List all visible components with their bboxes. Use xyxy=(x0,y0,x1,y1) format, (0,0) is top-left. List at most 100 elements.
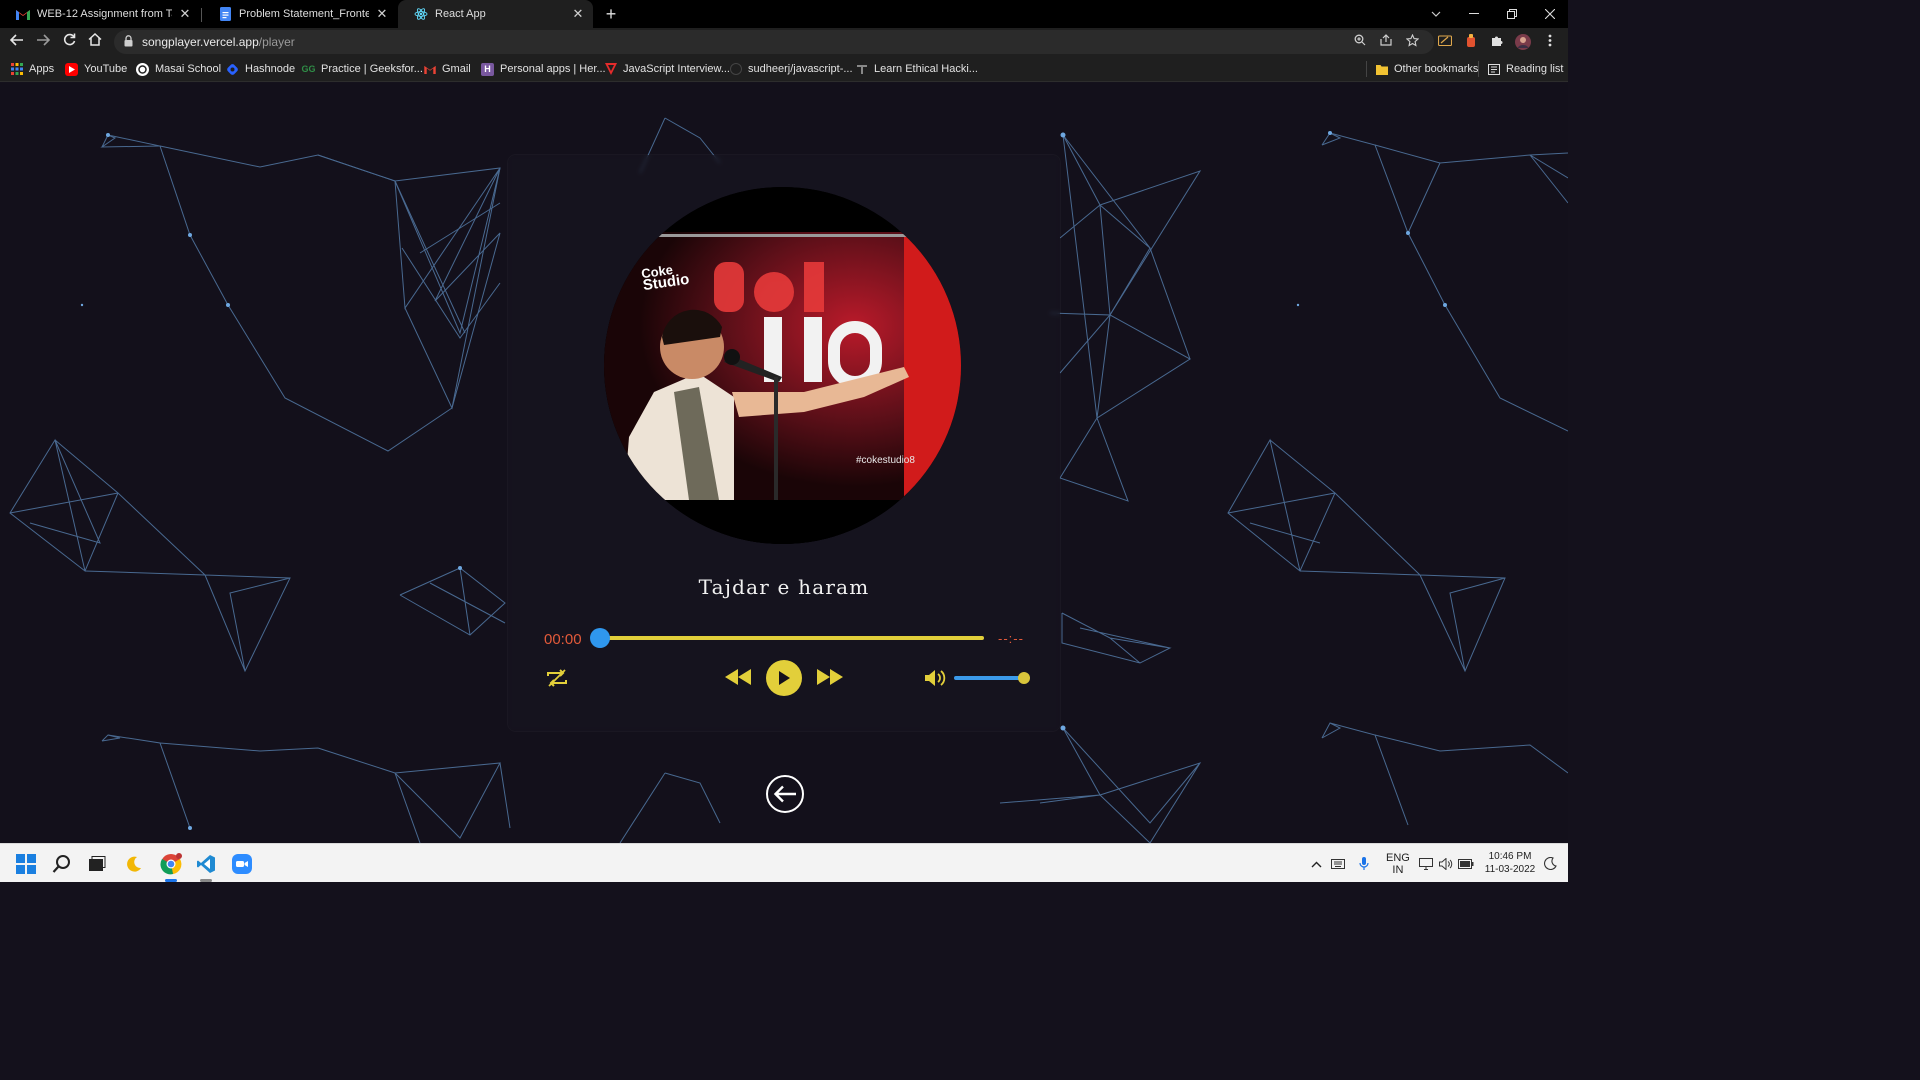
bookmark-heroku[interactable]: H Personal apps | Her... xyxy=(481,61,606,77)
bookmark-gmail[interactable]: Gmail xyxy=(423,61,471,77)
search-icon[interactable] xyxy=(50,852,74,876)
album-hashtag: #cokestudio8 xyxy=(856,455,915,466)
forward-nav-icon[interactable] xyxy=(32,32,54,52)
back-nav-icon[interactable] xyxy=(6,32,28,52)
reading-list-button[interactable]: Reading list xyxy=(1478,61,1563,77)
song-player-page: Coke Studio #cokestudio8 Tajdar e haram 0… xyxy=(0,83,1568,843)
play-button[interactable] xyxy=(766,660,802,696)
bookmark-geeksforgeeks[interactable]: GG Practice | Geeksfor... xyxy=(302,61,423,77)
extension-icon-1[interactable] xyxy=(1437,34,1453,50)
github-icon xyxy=(729,63,742,76)
bookmark-label: Other bookmarks xyxy=(1394,63,1479,75)
tab-search-chevron-icon[interactable] xyxy=(1418,0,1454,28)
album-brand-logo: Coke Studio xyxy=(640,262,690,294)
seek-bar-knob[interactable] xyxy=(590,628,610,648)
geeksforgeeks-icon: GG xyxy=(301,64,316,74)
other-bookmarks-folder[interactable]: Other bookmarks xyxy=(1366,61,1478,77)
tray-overflow-chevron-icon[interactable] xyxy=(1304,852,1328,876)
browser-toolbar: songplayer.vercel.app/player xyxy=(0,28,1568,56)
share-icon[interactable] xyxy=(1378,34,1394,50)
repeat-icon xyxy=(547,669,567,687)
minimize-window-icon[interactable] xyxy=(1456,0,1492,28)
url-path: /player xyxy=(258,35,295,49)
gmail-icon xyxy=(16,7,30,21)
extension-icon-2[interactable] xyxy=(1463,34,1479,50)
javascript-interview-icon xyxy=(604,63,617,76)
new-tab-button[interactable]: + xyxy=(600,3,622,25)
close-window-icon[interactable] xyxy=(1532,0,1568,28)
close-tab-icon[interactable]: ✕ xyxy=(571,6,585,22)
player-card: Coke Studio #cokestudio8 Tajdar e haram 0… xyxy=(508,155,1060,731)
repeat-button[interactable] xyxy=(544,665,570,691)
youtube-icon xyxy=(65,62,78,76)
bookmark-label: Gmail xyxy=(442,63,471,75)
volume-icon xyxy=(925,670,946,686)
chrome-active-indicator xyxy=(165,879,177,882)
volume-button[interactable] xyxy=(922,666,948,690)
clock-time: 10:46 PM xyxy=(1488,851,1532,862)
seek-bar[interactable] xyxy=(590,628,984,648)
restore-window-icon[interactable] xyxy=(1494,0,1530,28)
keyboard-icon[interactable] xyxy=(1326,852,1350,876)
clock-date: 11-03-2022 xyxy=(1484,864,1536,875)
tab-problem-statement[interactable]: Problem Statement_Frontend_TagMango ✕ xyxy=(202,0,397,28)
tab-title: Problem Statement_Frontend_TagMango xyxy=(239,8,369,20)
apps-grid-icon xyxy=(10,63,23,76)
bookmark-label: sudheerj/javascript-... xyxy=(748,63,853,75)
fast-forward-button[interactable] xyxy=(814,665,846,689)
zoom-app-icon[interactable] xyxy=(230,852,254,876)
album-art: Coke Studio #cokestudio8 xyxy=(604,187,961,544)
reload-icon[interactable] xyxy=(58,32,80,52)
react-icon xyxy=(414,7,428,21)
bookmark-label: YouTube xyxy=(84,63,128,75)
bookmark-github-sudheerj[interactable]: sudheerj/javascript-... xyxy=(729,61,853,77)
arrow-left-icon xyxy=(773,785,796,803)
volume-slider[interactable] xyxy=(954,672,1030,684)
extensions-puzzle-icon[interactable] xyxy=(1489,34,1505,50)
bookmark-star-icon[interactable] xyxy=(1404,33,1420,50)
windows-start-icon[interactable] xyxy=(14,852,38,876)
bookmark-masai-school[interactable]: Masai School xyxy=(136,61,221,77)
url-text: songplayer.vercel.app/player xyxy=(142,35,295,49)
notification-center-icon[interactable] xyxy=(1538,852,1562,876)
heroku-icon: H xyxy=(481,62,494,76)
fast-forward-icon xyxy=(817,669,843,685)
system-clock[interactable]: 10:46 PM 11-03-2022 xyxy=(1484,850,1536,876)
battery-icon[interactable] xyxy=(1454,852,1478,876)
language-indicator[interactable]: ENG IN xyxy=(1386,852,1410,876)
bookmark-hashnode[interactable]: Hashnode xyxy=(226,61,295,77)
back-button[interactable] xyxy=(766,775,804,813)
tab-title: React App xyxy=(435,8,486,20)
bookmark-ethical-hacking[interactable]: Learn Ethical Hacki... xyxy=(855,61,978,77)
microphone-icon[interactable] xyxy=(1352,852,1376,876)
volume-slider-knob[interactable] xyxy=(1018,672,1030,684)
close-tab-icon[interactable]: ✕ xyxy=(375,6,389,22)
bookmark-youtube[interactable]: YouTube xyxy=(65,61,127,77)
profile-avatar[interactable] xyxy=(1515,34,1531,50)
home-icon[interactable] xyxy=(84,32,106,52)
close-tab-icon[interactable]: ✕ xyxy=(178,6,192,22)
masai-icon xyxy=(136,62,149,76)
reading-list-icon xyxy=(1487,63,1500,76)
rewind-button[interactable] xyxy=(722,665,754,689)
tab-gmail-assignment[interactable]: WEB-12 Assignment from TagMango ✕ xyxy=(0,0,200,28)
bookmark-label: Apps xyxy=(29,63,55,75)
bookmark-javascript-interview[interactable]: JavaScript Interview... xyxy=(604,61,730,77)
night-light-icon[interactable] xyxy=(122,852,146,876)
bookmark-apps[interactable]: Apps xyxy=(10,61,54,77)
task-view-icon[interactable] xyxy=(85,852,109,876)
windows-taskbar: ENG IN 10:46 PM 11-03-2022 xyxy=(0,843,1568,882)
chrome-taskbar-icon[interactable] xyxy=(159,852,183,876)
tab-react-app[interactable]: React App ✕ xyxy=(398,0,593,28)
browser-tab-bar: WEB-12 Assignment from TagMango ✕ Proble… xyxy=(0,0,1568,28)
hashnode-icon xyxy=(226,63,239,76)
current-time: 00:00 xyxy=(544,631,582,648)
region-code: IN xyxy=(1392,864,1404,876)
hacking-icon xyxy=(855,63,868,76)
rewind-icon xyxy=(725,669,751,685)
address-bar[interactable]: songplayer.vercel.app/player xyxy=(114,30,1434,54)
bookmark-label: Personal apps | Her... xyxy=(500,63,606,75)
zoom-icon[interactable] xyxy=(1352,34,1368,50)
vscode-taskbar-icon[interactable] xyxy=(194,852,218,876)
browser-menu-icon[interactable] xyxy=(1542,34,1558,50)
